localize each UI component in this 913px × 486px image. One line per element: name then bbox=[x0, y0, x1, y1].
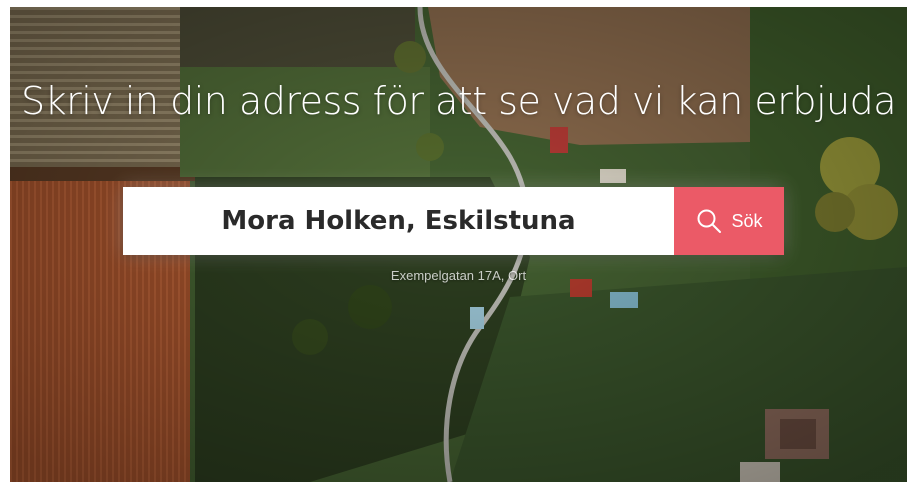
address-format-hint: Exempelgatan 17A, Ort bbox=[390, 268, 527, 283]
search-icon bbox=[695, 207, 723, 235]
search-button-label: Sök bbox=[731, 210, 763, 231]
address-search-form: Sök bbox=[123, 187, 784, 255]
hero-section: Skriv in din adress för att se vad vi ka… bbox=[10, 7, 907, 482]
page-headline: Skriv in din adress för att se vad vi ka… bbox=[21, 79, 897, 123]
search-button[interactable]: Sök bbox=[674, 187, 784, 255]
address-search-input[interactable] bbox=[123, 187, 674, 255]
